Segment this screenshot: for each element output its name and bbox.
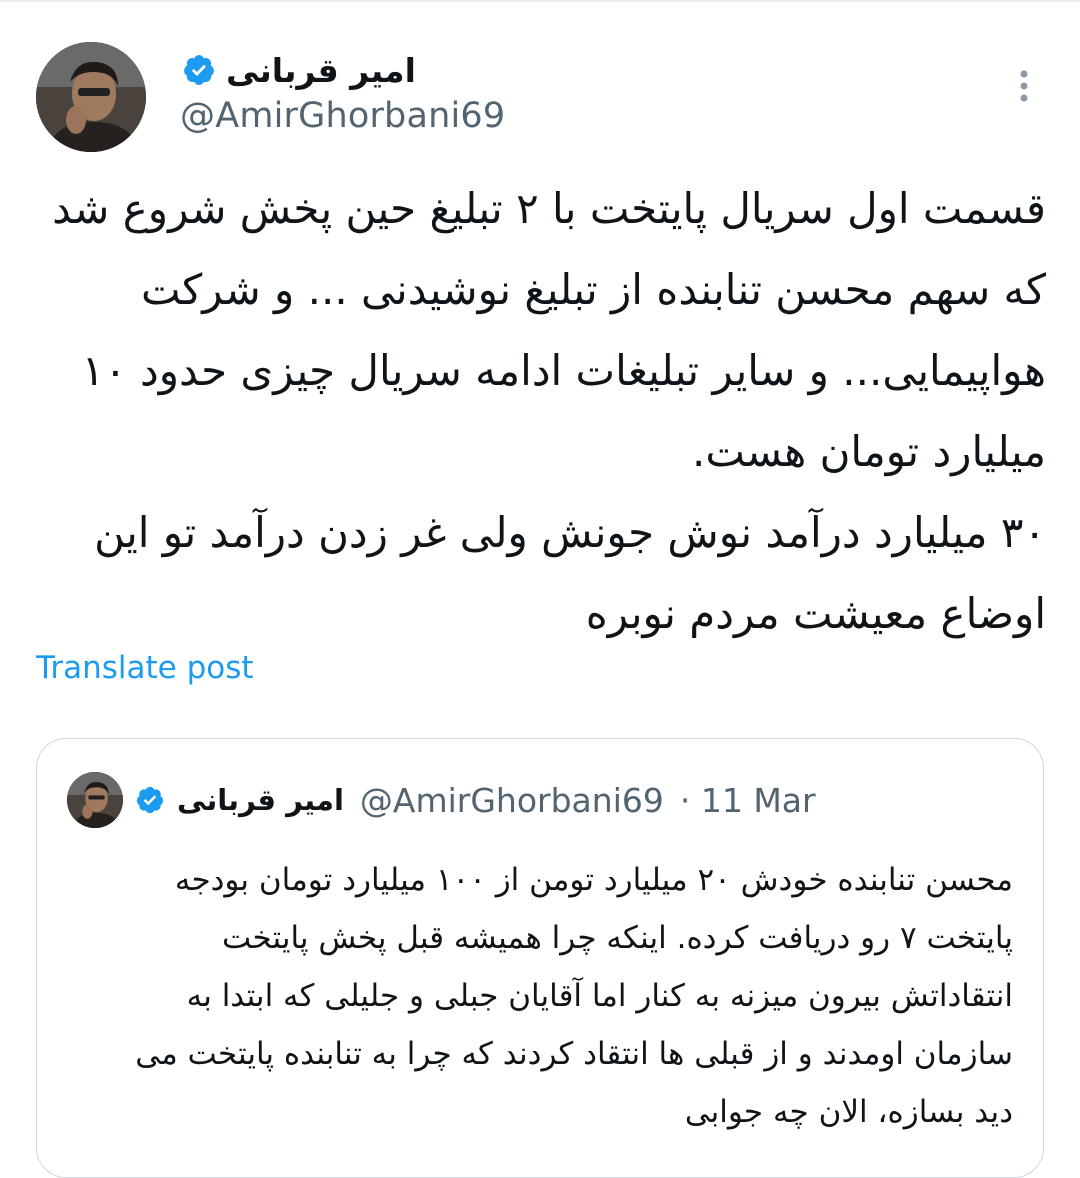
- author-avatar[interactable]: [36, 42, 146, 152]
- top-divider: [0, 0, 1080, 2]
- more-options-icon[interactable]: [1004, 66, 1044, 106]
- verified-badge-icon: [184, 55, 214, 85]
- tweet-paragraph-1: قسمت اول سریال پایتخت با ۲ تبلیغ حین پخش…: [52, 184, 1046, 476]
- quoted-author-avatar: [67, 772, 123, 828]
- quoted-tweet-card[interactable]: امیر قربانی @AmirGhorbani69 · 11 Mar محس…: [36, 738, 1044, 1178]
- avatar-photo-icon: [67, 772, 123, 828]
- quoted-tweet-text: محسن تنابنده خودش ۲۰ میلیارد تومن از ۱۰۰…: [135, 862, 1013, 1130]
- quoted-tweet-header: امیر قربانی @AmirGhorbani69 · 11 Mar: [67, 771, 816, 829]
- avatar-photo-icon: [36, 42, 146, 152]
- quoted-tweet-date: · 11 Mar: [679, 780, 816, 820]
- author-name-row: امیر قربانی: [182, 44, 416, 96]
- quoted-author-name: امیر قربانی: [177, 783, 344, 817]
- tweet-body: قسمت اول سریال پایتخت با ۲ تبلیغ حین پخش…: [40, 168, 1046, 654]
- quoted-author-handle: @AmirGhorbani69: [359, 780, 664, 820]
- author-display-name[interactable]: امیر قربانی: [226, 51, 416, 90]
- translate-post-link[interactable]: Translate post: [36, 650, 254, 686]
- tweet-header: امیر قربانی @AmirGhorbani69: [0, 30, 1080, 160]
- verified-badge-icon: [136, 786, 164, 814]
- tweet-paragraph-2: ۳۰ میلیارد درآمد نوش جونش ولی غر زدن درآ…: [94, 508, 1046, 638]
- author-handle[interactable]: @AmirGhorbani69: [180, 96, 505, 136]
